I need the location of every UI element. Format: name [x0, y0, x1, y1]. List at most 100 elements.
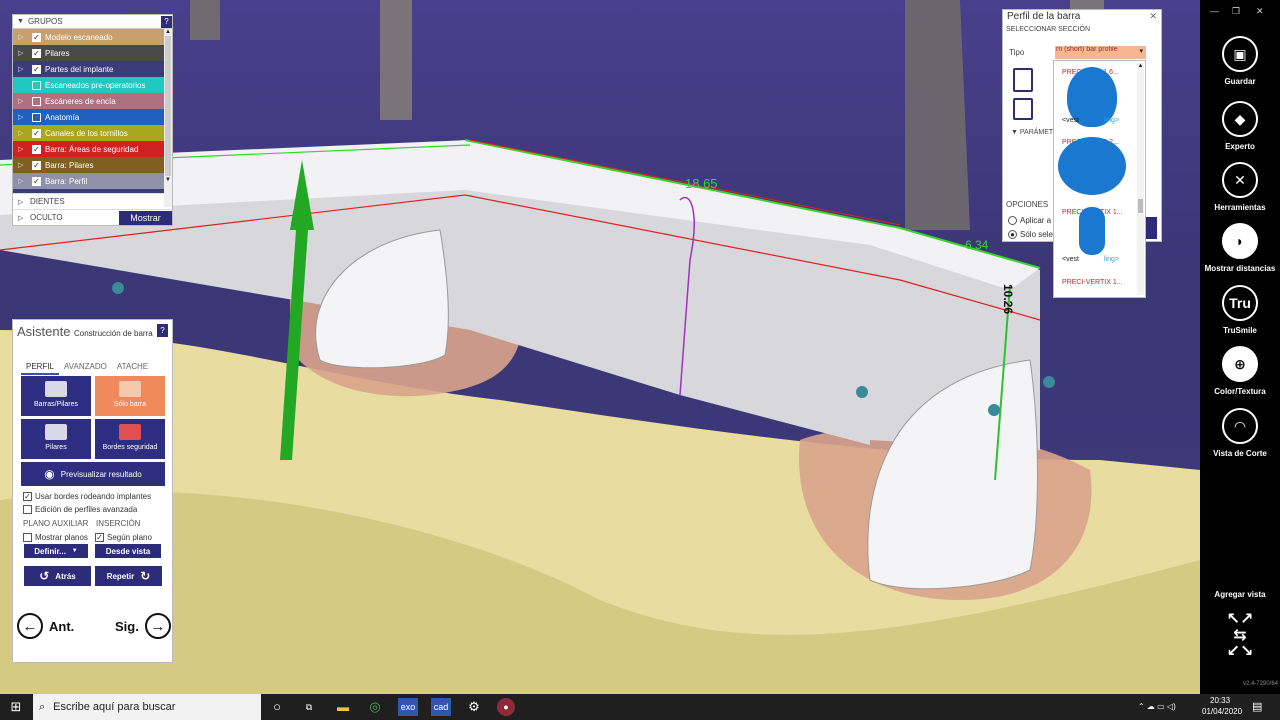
prev-button[interactable]: ← Ant.: [17, 613, 74, 639]
windows-start-icon[interactable]: ⊞: [7, 698, 25, 716]
type-dropdown[interactable]: rn (short) bar profile ▾: [1055, 46, 1146, 59]
group-item[interactable]: ▷ Escáneres de encía: [13, 93, 166, 109]
teeth-row[interactable]: ▷ DIENTES: [13, 193, 172, 209]
tab-advanced[interactable]: AVANZADO: [59, 360, 112, 375]
according-plane-checkbox[interactable]: ✓ Según plano: [95, 533, 152, 542]
group-item[interactable]: ▷ ✓ Modelo escaneado: [13, 29, 166, 45]
checkbox[interactable]: [32, 96, 41, 106]
advanced-edit-checkbox[interactable]: Edición de perfiles avanzada: [23, 505, 137, 514]
scroll-up-icon[interactable]: ▲: [1137, 63, 1144, 69]
abutments-button[interactable]: Pilares: [21, 419, 91, 459]
bars-abutments-button[interactable]: Barras/Pilares: [21, 376, 91, 416]
close-icon[interactable]: ✕: [1149, 11, 1157, 22]
scroll-thumb[interactable]: [1138, 199, 1143, 213]
scroll-down-icon[interactable]: ▼: [164, 177, 172, 183]
file-explorer-icon[interactable]: ▬: [334, 698, 352, 716]
exocad-icon[interactable]: exo: [398, 698, 418, 716]
checkbox[interactable]: ✓: [32, 48, 41, 58]
show-distances-button[interactable]: ◗ Mostrar distancias: [1200, 223, 1280, 273]
help-button[interactable]: ?: [161, 15, 172, 28]
group-item[interactable]: ▷ ✓ Barra: Áreas de seguridad: [13, 141, 166, 157]
profile-list[interactable]: PRECI-LINE 1.6... <vest ling> PRECI-LINE…: [1053, 60, 1146, 298]
triangle-right-icon[interactable]: ▷: [18, 33, 26, 41]
profile-item[interactable]: PRECI-VERTIX 1...: [1062, 279, 1123, 286]
expert-button[interactable]: ◆ Experto: [1200, 101, 1280, 151]
checkbox[interactable]: ✓: [32, 176, 41, 186]
from-view-button[interactable]: Desde vista: [95, 544, 161, 558]
help-button[interactable]: ?: [157, 324, 168, 337]
marker-dot[interactable]: [1043, 376, 1055, 388]
group-item[interactable]: ▷ ✓ Pilares: [13, 45, 166, 61]
notification-icon[interactable]: ▤: [1252, 700, 1262, 713]
only-selected-radio[interactable]: ● Sólo selec: [1008, 230, 1057, 239]
tools-button[interactable]: ✕ Herramientas: [1200, 162, 1280, 212]
triangle-right-icon[interactable]: ▷: [18, 214, 30, 222]
checkbox[interactable]: ✓: [32, 144, 41, 154]
triangle-right-icon[interactable]: ▷: [18, 177, 26, 185]
scroll-thumb[interactable]: [165, 36, 171, 176]
triangle-right-icon[interactable]: ▷: [18, 65, 26, 73]
save-icon[interactable]: [1013, 98, 1033, 120]
checkbox[interactable]: ✓: [32, 160, 41, 170]
triangle-right-icon[interactable]: ▷: [18, 198, 30, 206]
apply-radio[interactable]: Aplicar a t: [1008, 216, 1056, 225]
safety-borders-button[interactable]: Bordes seguridad: [95, 419, 165, 459]
triangle-right-icon[interactable]: ▷: [18, 113, 26, 121]
use-borders-checkbox[interactable]: ✓ Usar bordes rodeando implantes: [23, 492, 151, 501]
preview-result-button[interactable]: ◉ Previsualizar resultado: [21, 462, 165, 486]
tray-icons[interactable]: ⌃ ☁ ▭ ◁): [1138, 702, 1176, 711]
next-button[interactable]: Sig. →: [115, 613, 171, 639]
cortana-icon[interactable]: ○: [268, 698, 286, 716]
group-item[interactable]: ▷ ✓ Canales de los tornillos: [13, 125, 166, 141]
checkbox[interactable]: ✓: [32, 128, 41, 138]
color-texture-button[interactable]: ⊕ Color/Textura: [1200, 346, 1280, 396]
cut-view-button[interactable]: ◠ Vista de Corte: [1200, 408, 1280, 458]
group-item[interactable]: ▷ ✓ Partes del implante: [13, 61, 166, 77]
view-arrows-icon[interactable]: ↖↗ ⇆ ↙↘: [1200, 612, 1280, 660]
group-label: Barra: Áreas de seguridad: [45, 144, 139, 154]
define-dropdown[interactable]: Definir... ▼: [24, 544, 88, 558]
undo-button[interactable]: ↺ Atrás: [24, 566, 91, 586]
scroll-up-icon[interactable]: ▲: [164, 29, 172, 35]
group-item[interactable]: ▷ Anatomía: [13, 109, 166, 125]
checkbox[interactable]: [32, 112, 41, 122]
new-file-icon[interactable]: [1013, 68, 1033, 92]
cad-icon[interactable]: cad: [431, 698, 451, 716]
tab-profile[interactable]: PERFIL: [21, 360, 60, 375]
triangle-right-icon[interactable]: ▷: [18, 129, 26, 137]
group-item[interactable]: ▷ ✓ Barra: Pilares: [13, 157, 166, 173]
checkbox[interactable]: ✓: [32, 32, 41, 42]
gear-icon[interactable]: ⚙: [465, 698, 483, 716]
marker-dot[interactable]: [112, 282, 124, 294]
group-scrollbar[interactable]: ▲ ▼: [164, 29, 172, 207]
redo-button[interactable]: Repetir ↻: [95, 566, 162, 586]
only-bar-button[interactable]: Sólo barra: [95, 376, 165, 416]
marker-dot[interactable]: [988, 404, 1000, 416]
close-icon[interactable]: ✕: [1256, 6, 1264, 17]
parameters-label[interactable]: ▼ PARÁMET: [1011, 129, 1053, 136]
taskbar-search[interactable]: ⌕ Escribe aquí para buscar: [33, 694, 261, 720]
tab-attachment[interactable]: ATACHE: [112, 360, 153, 375]
list-scrollbar[interactable]: ▲: [1137, 63, 1144, 295]
add-view-label[interactable]: Agregar vista: [1200, 590, 1280, 599]
chrome-icon[interactable]: ◎: [366, 698, 384, 716]
trusmile-button[interactable]: Tru TruSmile: [1200, 285, 1280, 335]
triangle-right-icon[interactable]: ▷: [18, 97, 26, 105]
restore-icon[interactable]: ❐: [1232, 6, 1240, 17]
app-icon[interactable]: ●: [497, 698, 515, 716]
triangle-right-icon[interactable]: ▷: [18, 161, 26, 169]
chevron-down-icon[interactable]: ▼: [17, 18, 24, 25]
checkbox[interactable]: [32, 80, 41, 90]
save-button[interactable]: ▣ Guardar: [1200, 36, 1280, 86]
group-item[interactable]: ▷ ✓ Barra: Perfil: [13, 173, 166, 189]
show-planes-checkbox[interactable]: Mostrar planos: [23, 533, 88, 542]
marker-dot[interactable]: [856, 386, 868, 398]
triangle-right-icon[interactable]: ▷: [18, 49, 26, 57]
hidden-row[interactable]: ▷ OCULTO Mostrar: [13, 209, 172, 225]
group-item[interactable]: Escaneados pre-operatorios: [13, 77, 166, 93]
triangle-right-icon[interactable]: ▷: [18, 145, 26, 153]
task-view-icon[interactable]: ⧉: [300, 698, 318, 716]
checkbox[interactable]: ✓: [32, 64, 41, 74]
show-button[interactable]: Mostrar: [119, 210, 172, 225]
minimize-icon[interactable]: —: [1210, 6, 1219, 16]
